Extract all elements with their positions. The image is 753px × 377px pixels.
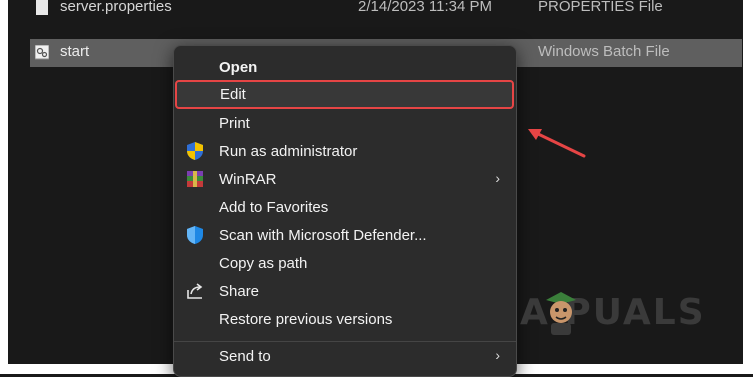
batch-file-icon bbox=[35, 45, 49, 60]
menu-item-label: Share bbox=[219, 283, 260, 300]
chevron-right-icon: › bbox=[495, 347, 500, 363]
menu-item-restore-previous-versions[interactable]: Restore previous versions bbox=[174, 305, 516, 333]
menu-item-label: Open bbox=[219, 59, 258, 76]
menu-item-label: WinRAR bbox=[219, 171, 277, 188]
menu-item-open[interactable]: Open bbox=[174, 53, 516, 81]
menu-item-label: Scan with Microsoft Defender... bbox=[219, 227, 427, 244]
context-menu: Open Edit Print Run as administrator Win… bbox=[173, 45, 517, 377]
file-name: server.properties bbox=[60, 0, 172, 15]
menu-item-share[interactable]: Share bbox=[174, 277, 516, 305]
menu-item-edit[interactable]: Edit bbox=[175, 80, 514, 109]
file-date: 2/14/2023 11:34 PM bbox=[358, 0, 492, 15]
defender-icon bbox=[187, 226, 203, 244]
menu-item-label: Add to Favorites bbox=[219, 199, 329, 216]
file-name: start bbox=[60, 43, 90, 60]
menu-item-label: Run as administrator bbox=[219, 143, 358, 160]
file-type: Windows Batch File bbox=[538, 43, 670, 60]
menu-item-label: Copy as path bbox=[219, 255, 308, 272]
file-type: PROPERTIES File bbox=[538, 0, 663, 15]
chevron-right-icon: › bbox=[495, 170, 500, 186]
menu-item-scan-defender[interactable]: Scan with Microsoft Defender... bbox=[174, 221, 516, 249]
menu-item-label: Restore previous versions bbox=[219, 311, 393, 328]
shield-icon bbox=[187, 142, 203, 160]
share-icon bbox=[187, 283, 203, 299]
menu-item-label: Send to bbox=[219, 348, 271, 365]
watermark-logo: A PUALS bbox=[520, 286, 730, 346]
menu-item-print[interactable]: Print bbox=[174, 109, 516, 137]
menu-item-add-to-favorites[interactable]: Add to Favorites bbox=[174, 193, 516, 221]
frame-right bbox=[743, 0, 753, 374]
menu-item-copy-as-path[interactable]: Copy as path bbox=[174, 249, 516, 277]
annotation-arrow-icon bbox=[528, 129, 586, 158]
mascot-icon bbox=[546, 292, 576, 335]
file-row-server-properties[interactable]: server.properties 2/14/2023 11:34 PM PRO… bbox=[30, 0, 742, 28]
menu-item-run-as-administrator[interactable]: Run as administrator bbox=[174, 137, 516, 165]
file-icon bbox=[36, 0, 48, 15]
menu-item-label: Edit bbox=[220, 86, 246, 103]
menu-item-label: Print bbox=[219, 115, 250, 132]
frame-left bbox=[0, 0, 8, 374]
menu-item-send-to[interactable]: Send to › bbox=[174, 342, 516, 370]
winrar-icon bbox=[187, 171, 203, 187]
menu-item-winrar[interactable]: WinRAR › bbox=[174, 165, 516, 193]
